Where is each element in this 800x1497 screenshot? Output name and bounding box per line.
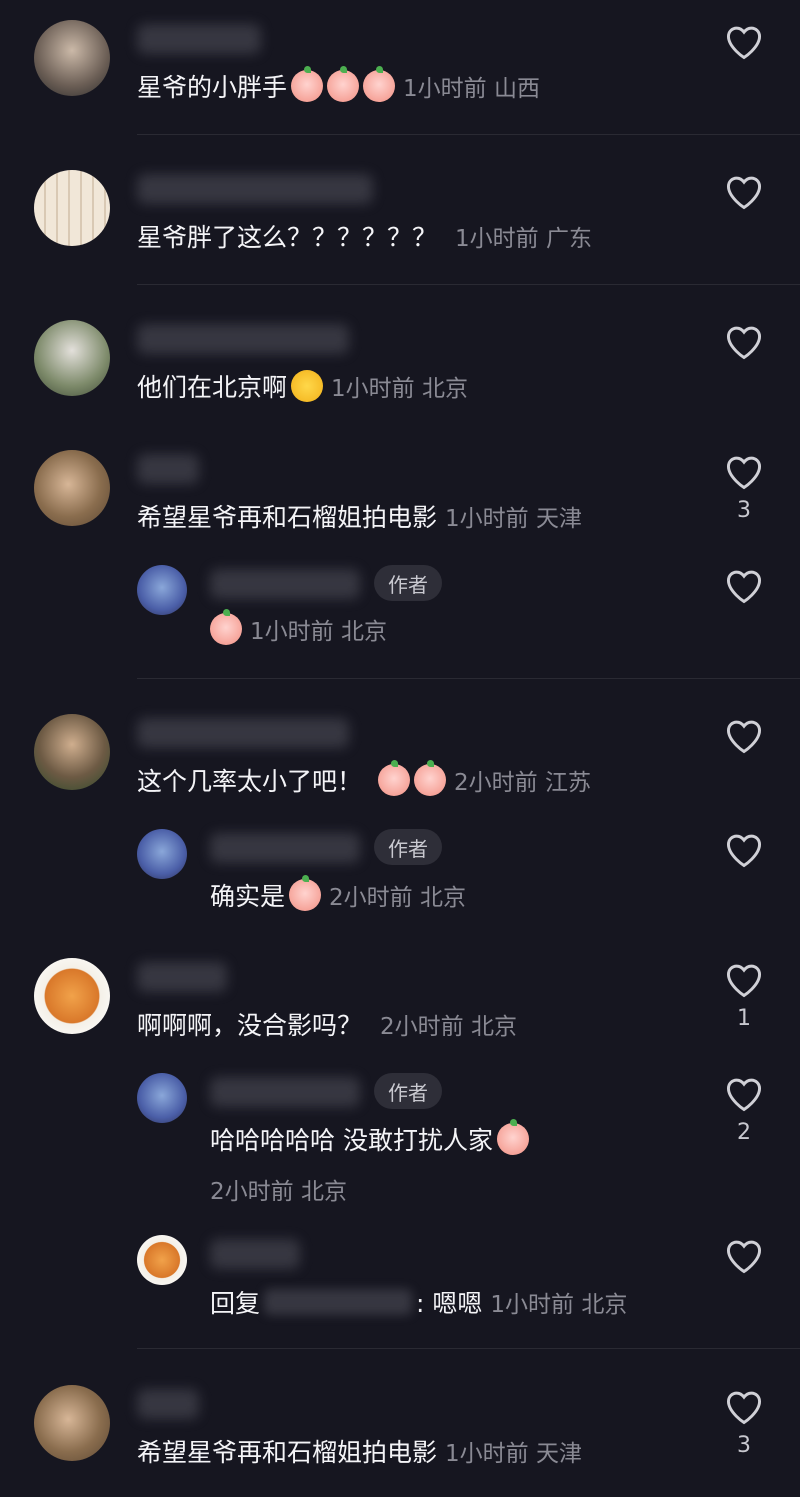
comment-text: 这个几率太小了吧！ 2小时前 江苏	[137, 760, 591, 798]
like-count: 3	[737, 498, 751, 523]
like-button[interactable]	[724, 1238, 764, 1274]
comment-meta: 1小时前 北京	[331, 376, 468, 402]
like-count: 1	[737, 1006, 751, 1031]
comment-meta: 1小时前 天津	[445, 1441, 582, 1467]
username[interactable]	[210, 569, 360, 599]
comment-meta: 1小时前 北京	[250, 619, 387, 645]
scream-icon	[378, 760, 411, 796]
author-badge: 作者	[374, 565, 442, 601]
author-badge: 作者	[374, 829, 442, 865]
avatar[interactable]	[137, 1073, 187, 1123]
comment-meta: 2小时前 北京	[329, 885, 466, 911]
heart-icon	[726, 326, 762, 360]
avatar[interactable]	[34, 958, 110, 1034]
heart-icon	[726, 570, 762, 604]
comment-text: 他们在北京啊 1小时前 北京	[137, 368, 468, 404]
star-struck-icon	[291, 370, 324, 402]
heart-icon	[726, 176, 762, 210]
pig-face-icon	[496, 1119, 529, 1155]
comment-meta: 2小时前 北京	[380, 1014, 517, 1040]
comment-meta: 1小时前 山西	[403, 76, 540, 102]
heart-icon	[726, 964, 762, 998]
divider	[137, 678, 800, 679]
avatar[interactable]	[34, 1385, 110, 1461]
pig-face-icon	[289, 875, 322, 911]
heart-icon	[726, 26, 762, 60]
like-button[interactable]: 3	[724, 1389, 764, 1458]
heart-icon	[726, 1078, 762, 1112]
avatar[interactable]	[34, 20, 110, 96]
username[interactable]	[137, 454, 199, 484]
comment-text: 啊啊啊，没合影吗？ 2小时前 北京	[137, 1006, 517, 1042]
username[interactable]	[210, 833, 360, 863]
reply-target-username[interactable]	[264, 1289, 413, 1315]
heart-icon	[726, 720, 762, 754]
like-button[interactable]	[724, 832, 764, 868]
avatar[interactable]	[137, 1235, 187, 1285]
avatar[interactable]	[34, 170, 110, 246]
pig-face-icon	[327, 66, 360, 102]
comment-meta: 1小时前 天津	[445, 506, 582, 532]
username[interactable]	[137, 324, 349, 354]
like-count: 2	[737, 1120, 751, 1145]
comment-text: 1小时前 北京	[210, 609, 387, 646]
scream-icon	[414, 760, 447, 796]
heart-icon	[726, 1391, 762, 1425]
pig-face-icon	[210, 609, 242, 645]
username[interactable]	[137, 1389, 199, 1419]
like-button[interactable]	[724, 718, 764, 754]
like-button[interactable]	[724, 568, 764, 604]
like-button[interactable]	[724, 24, 764, 60]
comment-text: 回复 : 嗯嗯 1小时前 北京	[210, 1284, 627, 1320]
avatar[interactable]	[34, 320, 110, 396]
comment-text: 星爷胖了这么？？？？？？ 1小时前 广东	[137, 218, 592, 254]
username[interactable]	[137, 962, 227, 992]
heart-icon	[726, 456, 762, 490]
divider	[137, 1348, 800, 1349]
username[interactable]	[210, 1239, 300, 1269]
username[interactable]	[210, 1077, 360, 1107]
divider	[137, 134, 800, 135]
avatar[interactable]	[137, 565, 187, 615]
heart-icon	[726, 834, 762, 868]
comment-meta: 2小时前 北京	[210, 1179, 347, 1205]
like-button[interactable]	[724, 174, 764, 210]
like-button[interactable]: 1	[724, 962, 764, 1031]
heart-icon	[726, 1240, 762, 1274]
pig-face-icon	[363, 66, 396, 102]
username[interactable]	[137, 718, 349, 748]
username[interactable]	[137, 174, 373, 204]
comment-text: 希望星爷再和石榴姐拍电影 1小时前 天津	[137, 1433, 582, 1469]
username[interactable]	[137, 24, 261, 54]
comment-meta: 2小时前 江苏	[454, 770, 591, 796]
like-button[interactable]: 2	[724, 1076, 764, 1145]
like-count: 3	[737, 1433, 751, 1458]
divider	[137, 284, 800, 285]
avatar[interactable]	[137, 829, 187, 879]
comment-text: 星爷的小胖手 1小时前 山西	[137, 66, 540, 104]
comment-text: 哈哈哈哈哈 没敢打扰人家	[210, 1119, 529, 1157]
comment-text: 希望星爷再和石榴姐拍电影 1小时前 天津	[137, 498, 582, 534]
like-button[interactable]: 3	[724, 454, 764, 523]
avatar[interactable]	[34, 450, 110, 526]
comment-meta: 1小时前 北京	[490, 1292, 628, 1318]
avatar[interactable]	[34, 714, 110, 790]
like-button[interactable]	[724, 324, 764, 360]
pig-face-icon	[291, 66, 324, 102]
author-badge: 作者	[374, 1073, 442, 1109]
comment-text: 确实是 2小时前 北京	[210, 875, 466, 913]
comment-meta: 1小时前 广东	[455, 226, 592, 252]
